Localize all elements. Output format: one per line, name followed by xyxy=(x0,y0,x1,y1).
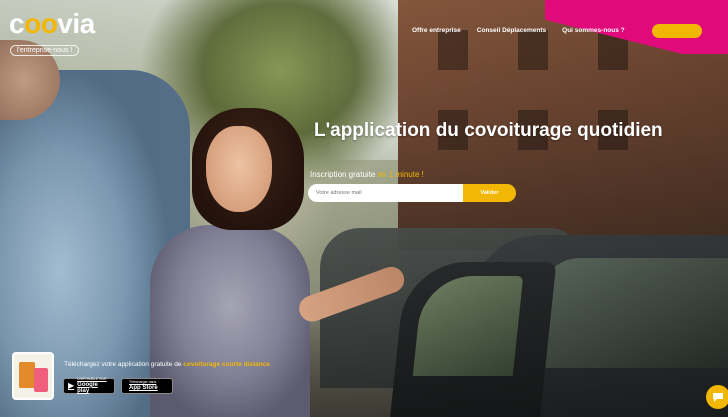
chat-bubble-icon[interactable] xyxy=(706,385,728,409)
page-title: L'application du covoiturage quotidien xyxy=(314,120,663,141)
logo-tagline: l'entreprise-nous ! xyxy=(10,45,80,56)
app-promo-icon xyxy=(12,352,54,400)
signup-submit-button[interactable]: Valider xyxy=(463,184,516,202)
signup-form: Valider xyxy=(308,184,516,202)
nav-offre-entreprise[interactable]: Offre entreprise xyxy=(412,27,461,34)
logo[interactable]: coovia l'entreprise-nous ! xyxy=(9,9,95,57)
signup-label: Inscription gratuite en 1 minute ! xyxy=(310,170,424,179)
google-play-icon: ▶ xyxy=(68,381,75,390)
nav-cta-button[interactable] xyxy=(652,24,702,38)
nav-conseil-deplacements[interactable]: Conseil Déplacements xyxy=(477,27,546,34)
logo-wordmark: coovia xyxy=(9,8,95,39)
app-store-badge[interactable]: Télécharger dans App Store xyxy=(121,378,173,394)
nav-qui-sommes-nous[interactable]: Qui sommes-nous ? xyxy=(562,27,624,34)
main-nav: Offre entreprise Conseil Déplacements Qu… xyxy=(412,27,625,34)
google-play-badge[interactable]: ▶ DISPONIBLE SUR Google play xyxy=(63,378,115,394)
hero-background xyxy=(0,0,728,417)
photo-shade xyxy=(0,0,728,417)
app-promo-text: Téléchargez votre application gratuite d… xyxy=(64,361,270,368)
email-input[interactable] xyxy=(308,184,463,202)
